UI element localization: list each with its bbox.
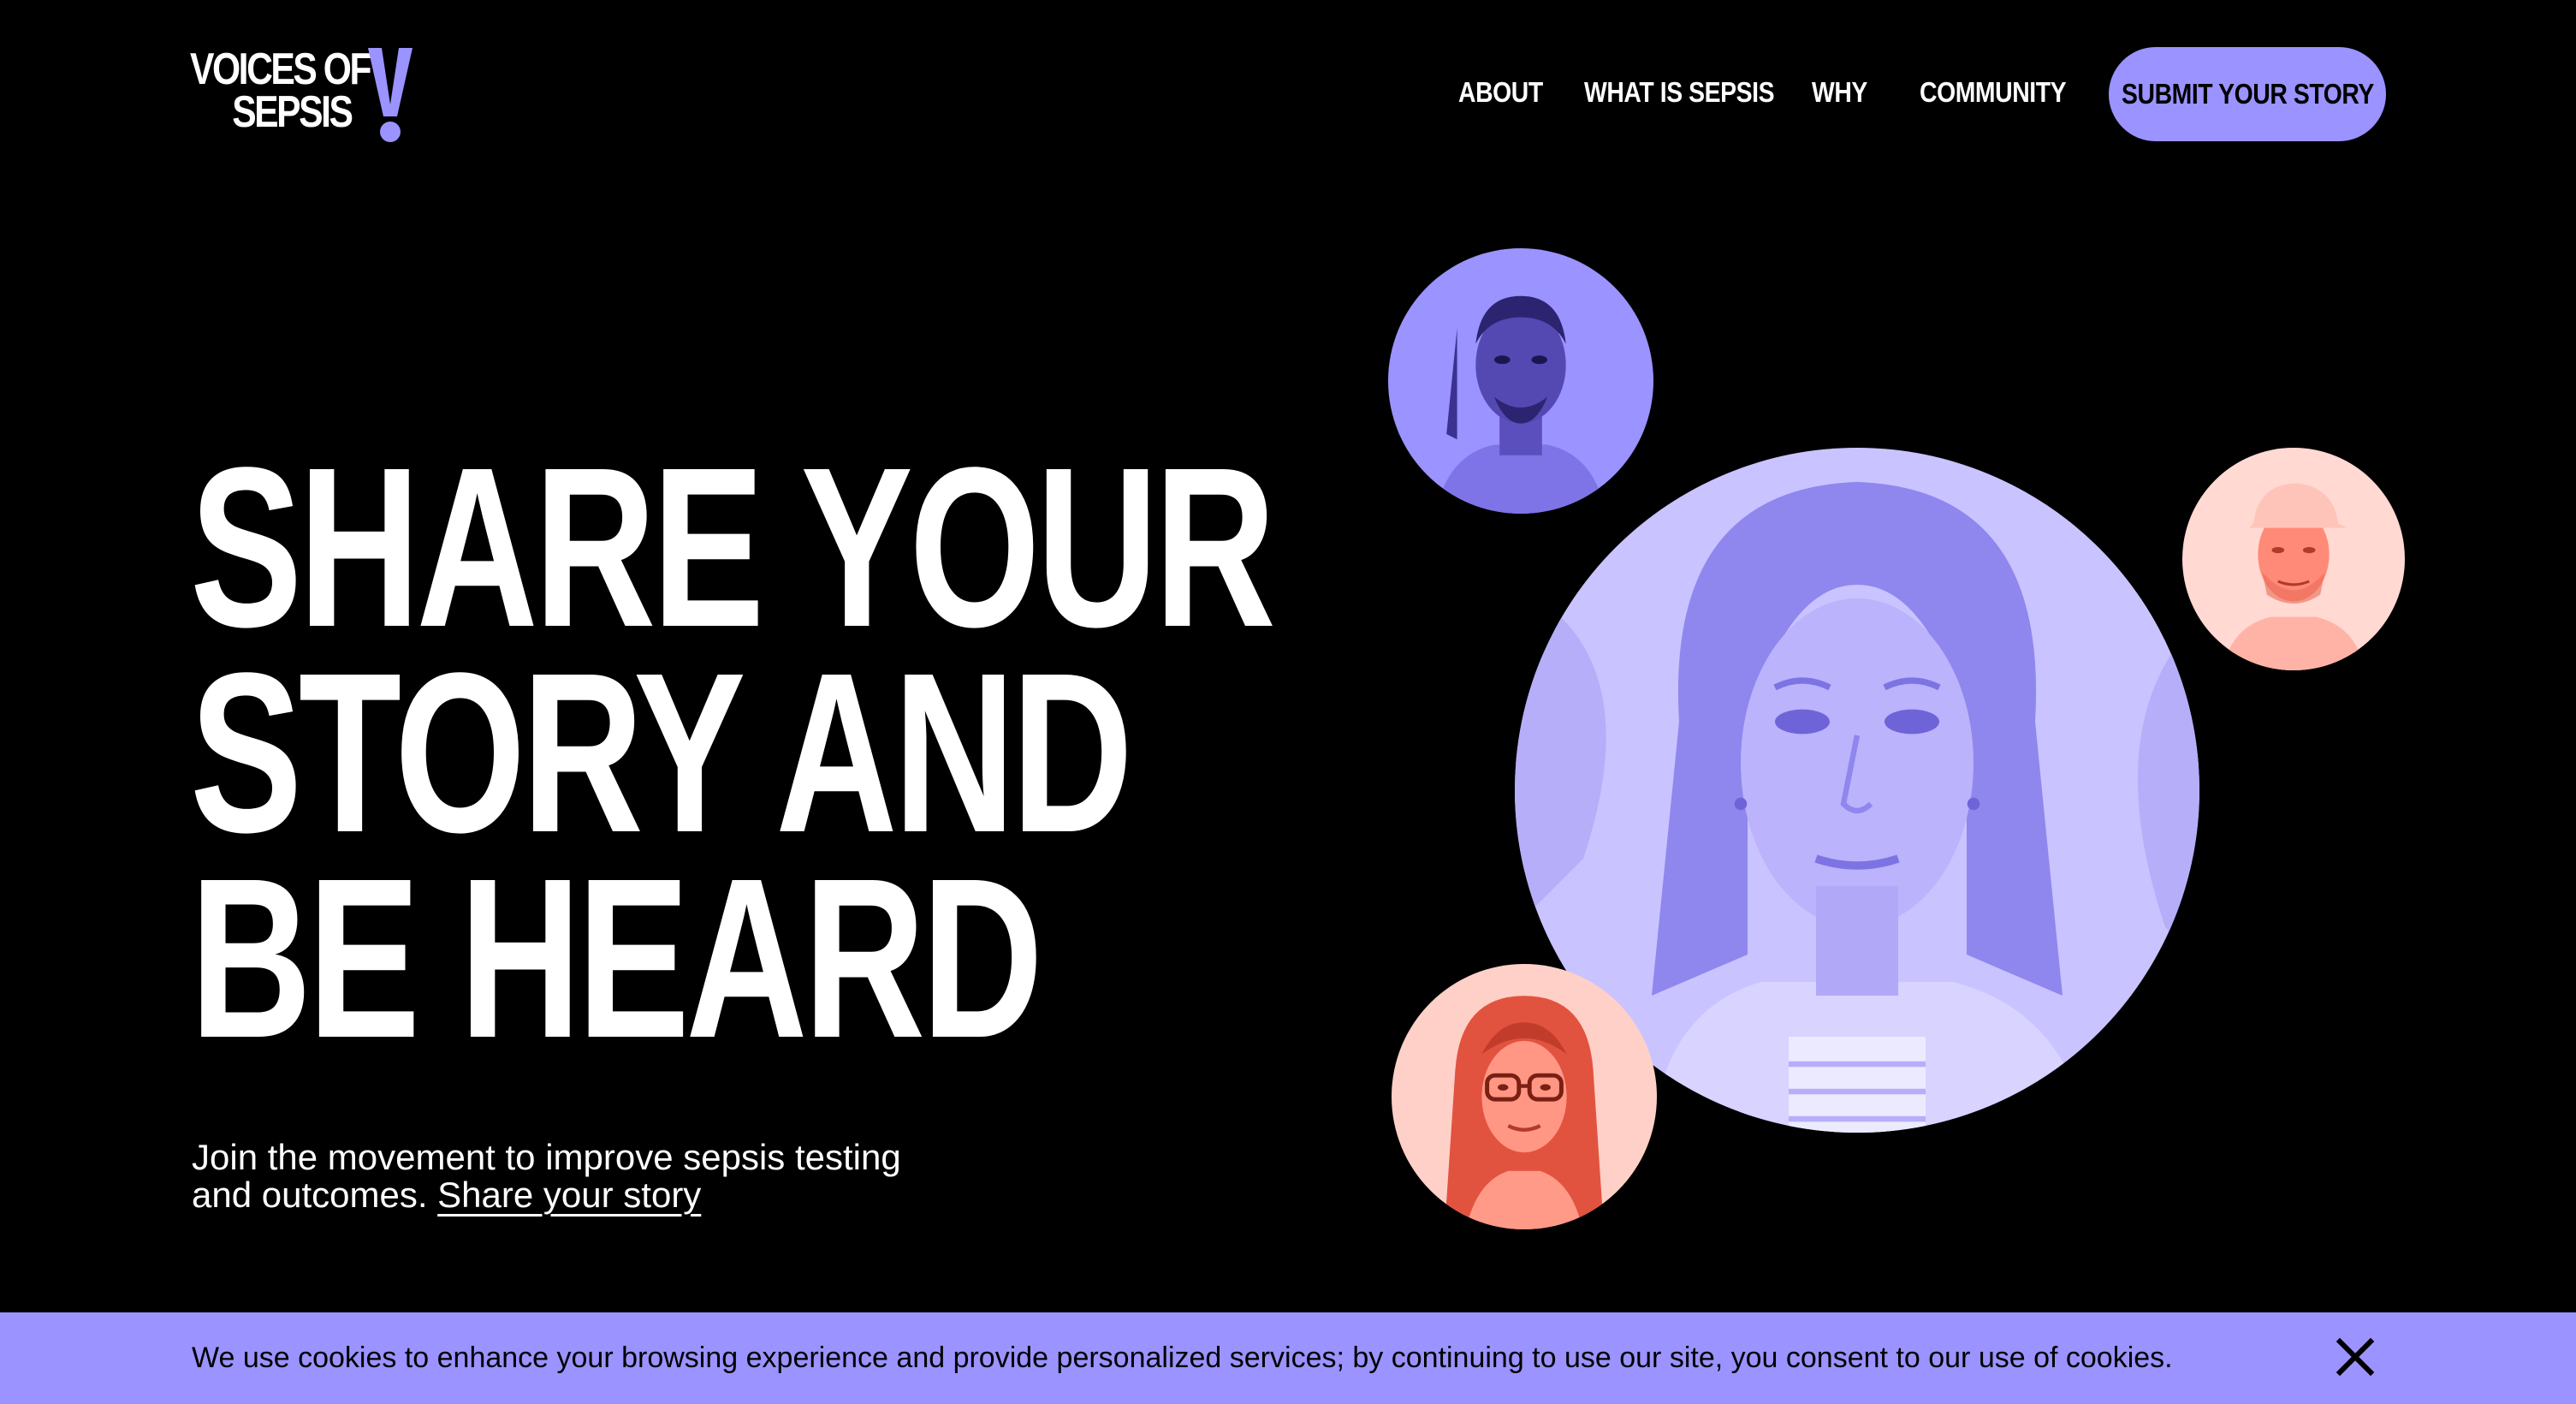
close-icon[interactable] (2335, 1336, 2376, 1377)
hero-title-line-3: BE HEARD (190, 831, 1043, 1086)
nav-what-is-sepsis[interactable]: WHAT IS SEPSIS (1584, 75, 1775, 110)
submit-story-label: SUBMIT YOUR STORY (2121, 78, 2374, 110)
submit-story-button[interactable]: SUBMIT YOUR STORY (2109, 47, 2386, 141)
portrait-man-cap (2182, 448, 2405, 670)
cookie-banner-text: We use cookies to enhance your browsing … (192, 1342, 2173, 1374)
nav-community[interactable]: COMMUNITY (1920, 75, 2067, 110)
logo-line-2: SEPSIS (232, 87, 353, 137)
share-story-link[interactable]: Share your story (437, 1175, 701, 1215)
nav-about[interactable]: ABOUT (1458, 75, 1543, 110)
portrait-man-top (1388, 248, 1653, 514)
main-nav: ABOUT WHAT IS SEPSIS WHY COMMUNITY (1378, 0, 2576, 185)
cookie-banner: We use cookies to enhance your browsing … (0, 1312, 2576, 1404)
hero-title-line-2: STORY AND (190, 626, 1133, 880)
logo-exclamation-v-icon (368, 48, 413, 142)
logo-wordmark: VOICES OF SEPSIS (190, 47, 372, 137)
hero-title: SHARE YOUR STORY AND BE HEARD (190, 420, 1276, 1086)
portrait-woman-glasses (1392, 964, 1657, 1229)
site-logo[interactable]: VOICES OF SEPSIS (190, 47, 413, 144)
nav-why[interactable]: WHY (1812, 75, 1867, 110)
hero-subtitle: Join the movement to improve sepsis test… (192, 1139, 962, 1214)
hero-title-line-1: SHARE YOUR (190, 420, 1276, 675)
